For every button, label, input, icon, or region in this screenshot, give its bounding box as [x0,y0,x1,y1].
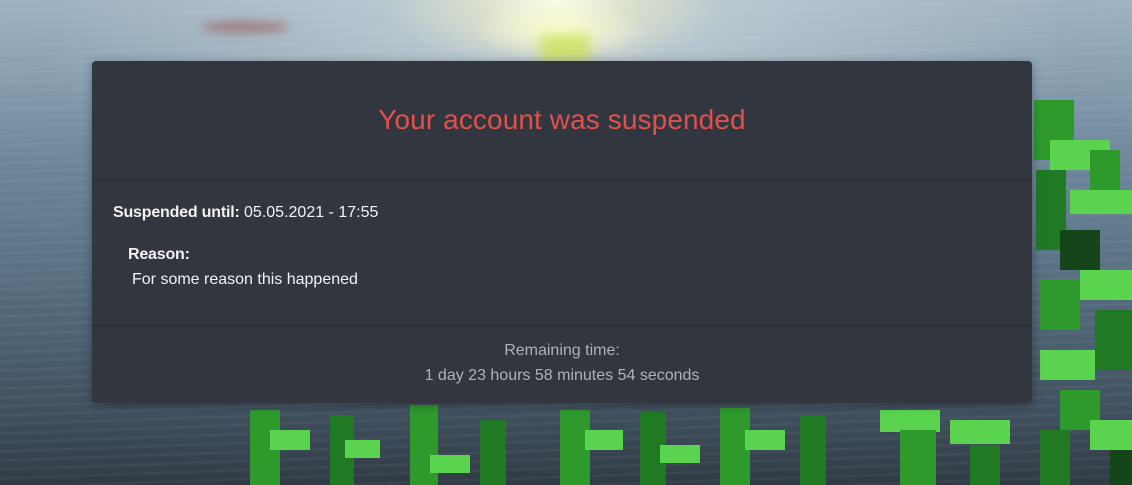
plant-pixel [1110,450,1132,485]
green-glow [540,34,590,62]
plant-pixel [270,430,310,450]
modal-header: Your account was suspended [92,61,1032,180]
modal-body: Suspended until: 05.05.2021 - 17:55 Reas… [92,180,1032,326]
reason-label: Reason: [128,246,190,263]
plant-pixel [1080,270,1132,300]
remaining-time-value: 1 day 23 hours 58 minutes 54 seconds [424,367,700,384]
plant-pixel [410,405,438,485]
suspended-until-row: Suspended until: 05.05.2021 - 17:55 [113,180,1032,222]
modal-footer: Remaining time: 1 day 23 hours 58 minute… [92,326,1032,385]
modal-title: Your account was suspended [378,104,746,135]
plant-pixel [585,430,623,450]
suspended-until-label: Suspended until: [113,204,240,221]
remaining-time-label: Remaining time: [504,342,620,359]
plant-pixel [880,410,940,432]
plant-pixel [1040,280,1080,330]
plant-pixel [970,445,1000,485]
suspension-modal: Your account was suspended Suspended unt… [92,61,1032,403]
plant-pixel [1040,430,1070,485]
plant-pixel [950,420,1010,444]
plant-pixel [745,430,785,450]
reason-section: Reason: For some reason this happened [113,246,1032,289]
cloud-streak [200,22,290,32]
plant-pixel [900,430,936,485]
plant-pixel [1090,150,1120,190]
plant-pixel [660,445,700,463]
plant-pixel [1040,350,1095,380]
plant-pixel [430,455,470,473]
plant-pixel [1070,190,1132,214]
plant-pixel [1095,310,1132,370]
plant-pixel [1090,420,1132,450]
plant-pixel [800,415,826,485]
reason-text: For some reason this happened [132,271,358,288]
plant-pixel [1060,230,1100,270]
plant-pixel [480,420,506,485]
plant-pixel [345,440,380,458]
suspended-until-value: 05.05.2021 - 17:55 [244,204,379,221]
